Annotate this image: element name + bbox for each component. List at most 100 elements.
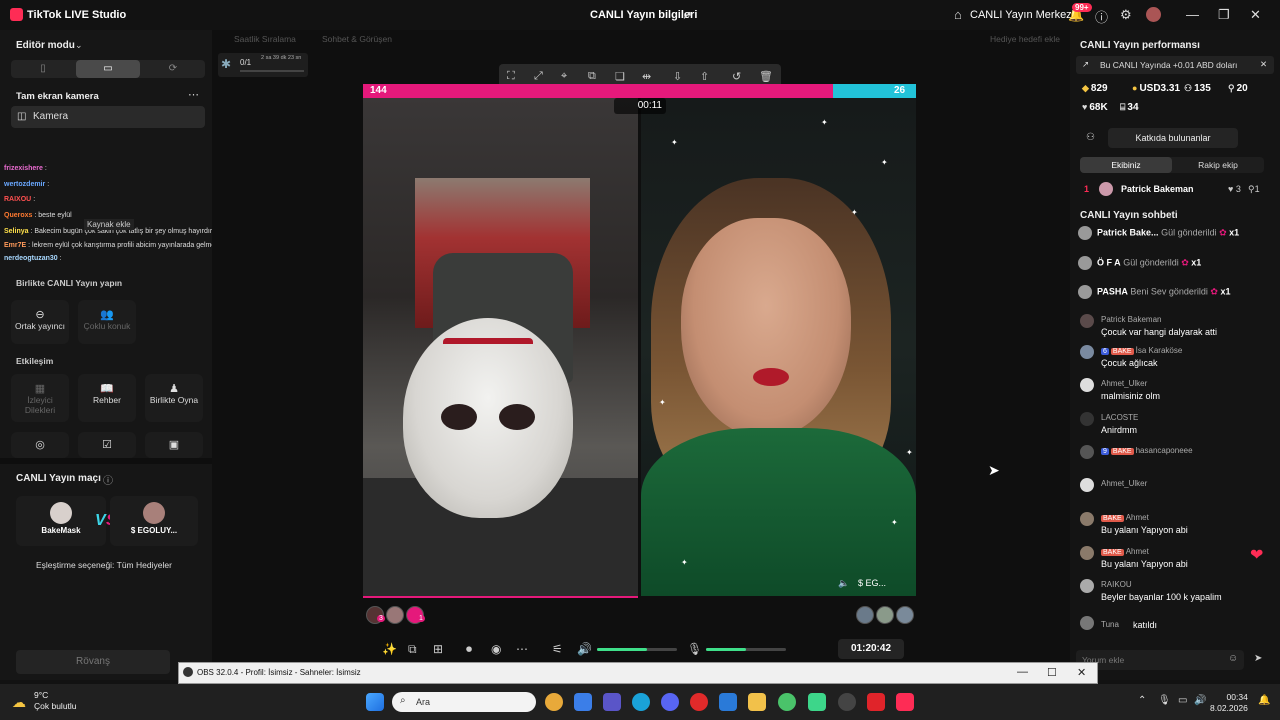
cohost-tile[interactable]: ⊖ Ortak yayıncı bbox=[11, 300, 69, 344]
more-icon[interactable]: ⋯ bbox=[188, 88, 199, 101]
gift-goal-card[interactable]: ✱ 0/1 2 sa 39 dk 23 sn bbox=[218, 53, 308, 77]
flip-icon[interactable]: ⇹ bbox=[642, 70, 651, 83]
close-icon[interactable]: ✕ bbox=[1260, 59, 1267, 70]
gear-icon[interactable]: ⚙ bbox=[1120, 7, 1132, 23]
avatar[interactable] bbox=[1146, 7, 1161, 22]
info-icon[interactable]: ⓘ bbox=[103, 472, 113, 487]
chat-viewers-tab[interactable]: Sohbet & Görüşen bbox=[322, 34, 392, 44]
guide-tile[interactable]: 📖 Rehber bbox=[78, 374, 136, 422]
effects-icon[interactable]: ◉ bbox=[491, 642, 501, 656]
contributor-name: Patrick Bakeman bbox=[1121, 184, 1194, 194]
microphone-icon[interactable]: 🎙 bbox=[1158, 695, 1171, 706]
contributors-button[interactable]: Katkıda bulunanlar bbox=[1108, 128, 1238, 148]
app-icon[interactable] bbox=[808, 693, 826, 711]
settings-sliders-icon[interactable]: ⚟ bbox=[552, 642, 563, 656]
expand-icon[interactable]: ⤢ bbox=[534, 70, 543, 83]
crop-icon[interactable]: ⧉ bbox=[588, 70, 596, 83]
notification-icon[interactable]: 🔔 bbox=[1258, 695, 1270, 706]
trash-icon[interactable]: 🗑 bbox=[759, 70, 773, 83]
help-icon[interactable]: ⓘ bbox=[1095, 7, 1108, 26]
volume-icon[interactable]: 🔊 bbox=[577, 642, 592, 656]
opponent-gifter-avatar[interactable] bbox=[876, 606, 894, 624]
close-icon[interactable]: ✕ bbox=[1077, 666, 1086, 679]
screen-share-icon[interactable]: ⧉ bbox=[408, 642, 417, 657]
together-section-title: Birlikte CANLI Yayın yapın bbox=[16, 278, 123, 288]
windows-start-icon[interactable] bbox=[366, 693, 384, 711]
comment-input[interactable]: Yorum ekle bbox=[1076, 650, 1244, 670]
discord-icon[interactable] bbox=[661, 693, 679, 711]
speaker-icon[interactable]: 🔈 bbox=[838, 578, 849, 589]
store-icon[interactable] bbox=[574, 693, 592, 711]
center-icon[interactable]: ⌖ bbox=[561, 70, 567, 83]
editor-mode-dropdown[interactable]: Editör modu bbox=[16, 40, 75, 51]
rotate-layout-button[interactable]: ⟳ bbox=[141, 60, 205, 78]
layer-down-icon[interactable]: ⇩ bbox=[673, 70, 682, 83]
capture-icon[interactable]: ⊞ bbox=[433, 642, 443, 656]
rematch-button[interactable]: Rövanş bbox=[16, 650, 170, 674]
minimize-icon[interactable]: — bbox=[1186, 7, 1199, 22]
opponent-gifter-avatar[interactable] bbox=[896, 606, 914, 624]
heart-icon[interactable]: ❤ bbox=[1250, 545, 1263, 565]
play-together-tile[interactable]: ♟ Birlikte Oyna bbox=[145, 374, 203, 422]
minimize-icon[interactable]: — bbox=[1017, 666, 1028, 678]
scene-dropdown[interactable]: Tam ekran kamera bbox=[16, 91, 99, 102]
more-icon[interactable]: ⋯ bbox=[516, 642, 528, 656]
overlay-chat-line: Emr7E : lekrem eylül çok karıştırma prof… bbox=[4, 242, 224, 249]
teams-icon[interactable] bbox=[603, 693, 621, 711]
volume-slider[interactable] bbox=[597, 648, 677, 651]
emoji-icon[interactable]: ☺ bbox=[1228, 653, 1238, 664]
portrait-layout-button[interactable]: ▯ bbox=[11, 60, 75, 78]
magic-wand-icon[interactable]: ✨ bbox=[382, 642, 397, 656]
goal-count: 0/1 bbox=[240, 58, 252, 67]
network-icon[interactable]: ▭ bbox=[1178, 695, 1187, 706]
opera-icon[interactable] bbox=[690, 693, 708, 711]
tab-opponent-team[interactable]: Rakip ekip bbox=[1172, 157, 1264, 173]
obs-window-bar[interactable]: OBS 32.0.4 - Profil: İsimsiz - Sahneler:… bbox=[178, 662, 1098, 684]
maximize-icon[interactable]: ❐ bbox=[1218, 7, 1230, 23]
tiktok-icon[interactable] bbox=[896, 693, 914, 711]
fit-icon[interactable]: ⛶ bbox=[507, 70, 515, 83]
book-icon: 📖 bbox=[100, 383, 114, 395]
gifters-stat: ⚲ 20 bbox=[1228, 83, 1248, 94]
chrome-icon[interactable] bbox=[545, 693, 563, 711]
record-icon[interactable]: ⏺ bbox=[466, 642, 472, 657]
close-icon[interactable]: ✕ bbox=[1250, 7, 1261, 23]
microphone-icon[interactable]: 🎙 bbox=[687, 642, 702, 656]
gifter-avatar[interactable] bbox=[386, 606, 404, 624]
mic-slider[interactable] bbox=[706, 648, 786, 651]
tab-our-team[interactable]: Ekibiniz bbox=[1080, 157, 1172, 173]
tool-tile-3[interactable]: ▣ bbox=[145, 432, 203, 458]
viewer-wishes-tile[interactable]: ▦ İzleyici Dilekleri bbox=[11, 374, 69, 422]
live-hub-button[interactable]: CANLI Yayın Merkezi bbox=[970, 9, 1074, 21]
chevron-up-icon[interactable]: ⌃ bbox=[1138, 695, 1146, 706]
tool-tile-2[interactable]: ☑ bbox=[78, 432, 136, 458]
landscape-layout-button[interactable]: ▭ bbox=[76, 60, 140, 78]
likes-stat: ♥ 68K bbox=[1082, 102, 1108, 113]
chevron-down-icon[interactable]: ⌄ bbox=[75, 40, 83, 51]
browser-icon[interactable] bbox=[778, 693, 796, 711]
folder-icon[interactable] bbox=[748, 693, 766, 711]
reset-icon[interactable]: ↺ bbox=[732, 70, 741, 83]
edge-icon[interactable] bbox=[632, 693, 650, 711]
maximize-icon[interactable]: ☐ bbox=[1047, 666, 1057, 679]
opponent-gifter-avatar[interactable] bbox=[856, 606, 874, 624]
multi-guest-tile[interactable]: 👥 Çoklu konuk bbox=[78, 300, 136, 344]
youtube-icon[interactable] bbox=[867, 693, 885, 711]
tool-tile-1[interactable]: ◎ bbox=[11, 432, 69, 458]
clock[interactable]: 00:34 8.02.2026 bbox=[1210, 692, 1248, 714]
volume-icon[interactable]: 🔊 bbox=[1194, 695, 1206, 706]
gift-goal-button[interactable]: Hediye hedefi ekle bbox=[990, 34, 1060, 44]
search-input[interactable]: ⌕ Ara bbox=[392, 692, 536, 712]
hourly-ranking-tab[interactable]: Saatlik Sıralama bbox=[234, 34, 296, 44]
user-add-icon[interactable]: ⚇ bbox=[1086, 132, 1095, 143]
mail-icon[interactable] bbox=[719, 693, 737, 711]
share-icon[interactable]: ↗ bbox=[682, 8, 692, 22]
layer-up-icon[interactable]: ⇧ bbox=[700, 70, 709, 83]
weather-widget[interactable]: 9°C Çok bulutlu bbox=[34, 690, 77, 712]
usd-stat: ● USD3.31 bbox=[1132, 83, 1180, 94]
gift-icon: ✿ bbox=[1207, 286, 1221, 297]
copy-icon[interactable]: ❏ bbox=[615, 70, 625, 83]
camera-source-item[interactable]: ◫ Kamera bbox=[11, 106, 205, 128]
send-icon[interactable]: ➤ bbox=[1254, 653, 1262, 664]
obs-icon[interactable] bbox=[838, 693, 856, 711]
